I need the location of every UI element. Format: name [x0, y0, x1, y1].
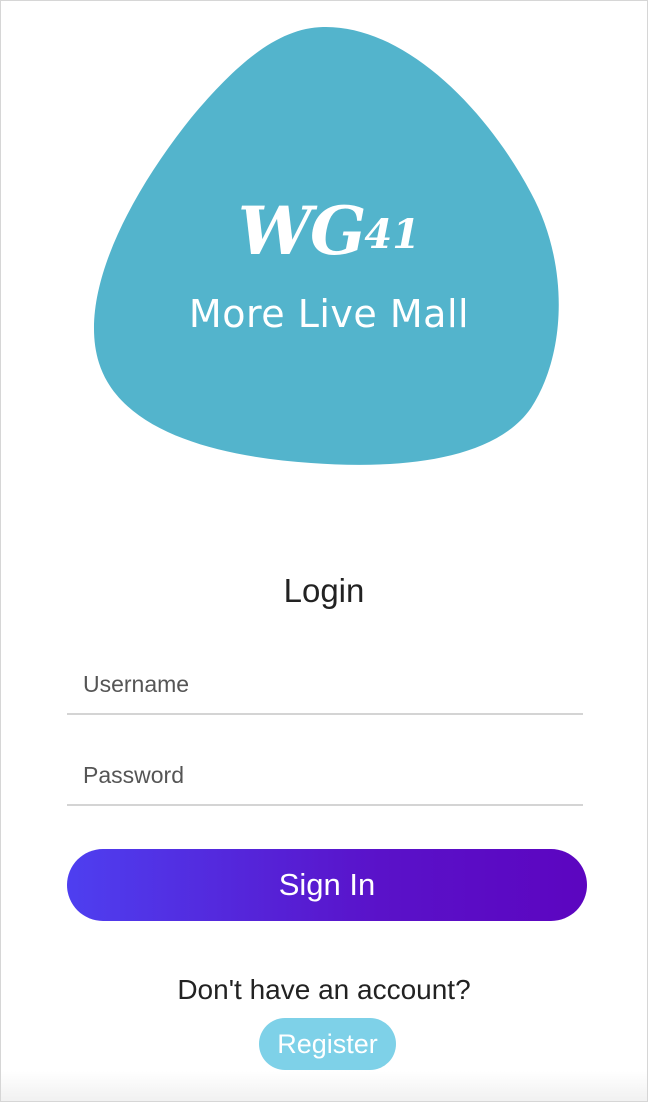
no-account-prompt: Don't have an account?	[177, 974, 471, 1005]
password-field	[67, 746, 583, 806]
username-input[interactable]	[67, 655, 583, 713]
login-screen: WG41 More Live Mall Login Sign In Don't …	[0, 0, 648, 1102]
logo-tagline: More Live Mall	[188, 292, 470, 336]
page-title: Login	[283, 572, 365, 609]
password-input[interactable]	[67, 746, 583, 804]
username-field	[67, 655, 583, 715]
bottom-shadow	[1, 1071, 647, 1101]
logo-wordmark: WG41	[237, 192, 421, 270]
register-button[interactable]: Register	[259, 1018, 396, 1070]
sign-in-button[interactable]: Sign In	[67, 849, 587, 921]
brand-logo: WG41 More Live Mall	[91, 23, 567, 471]
